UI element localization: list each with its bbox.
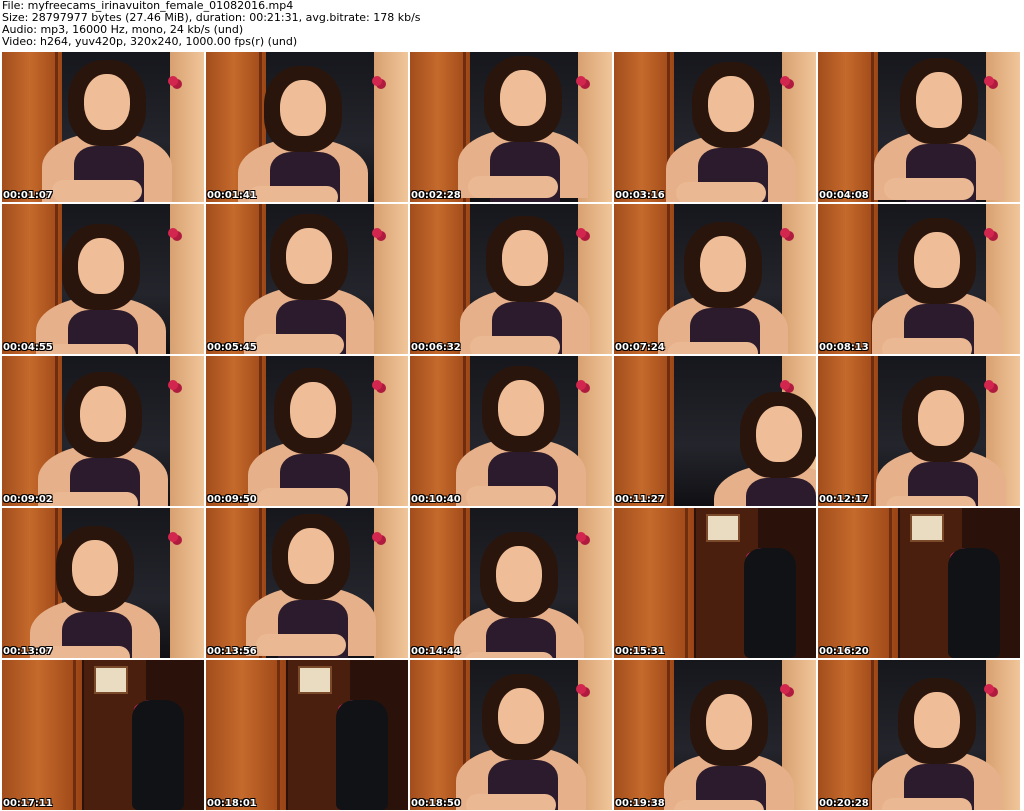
thumbnail-frame: 00:06:32 [410,204,612,354]
frame-timestamp: 00:20:28 [819,798,869,809]
frame-timestamp: 00:19:38 [615,798,665,809]
frame-image [2,356,204,506]
frame-timestamp: 00:16:20 [819,646,869,657]
frame-timestamp: 00:09:02 [3,494,53,505]
frame-image [2,508,204,658]
thumbnail-frame: 00:09:50 [206,356,408,506]
thumbnail-frame: 00:13:56 [206,508,408,658]
frame-timestamp: 00:10:40 [411,494,461,505]
frame-timestamp: 00:04:55 [3,342,53,353]
thumbnail-frame: 00:14:44 [410,508,612,658]
frame-image [818,52,1020,202]
frame-timestamp: 00:07:24 [615,342,665,353]
frame-timestamp: 00:13:07 [3,646,53,657]
thumbnail-frame: 00:13:07 [2,508,204,658]
frame-image [206,204,408,354]
frame-timestamp: 00:18:50 [411,798,461,809]
thumbnail-frame: 00:05:45 [206,204,408,354]
frame-image [206,356,408,506]
frame-timestamp: 00:01:07 [3,190,53,201]
thumbnail-frame: 00:19:38 [614,660,816,810]
frame-image [410,52,612,202]
frame-timestamp: 00:01:41 [207,190,257,201]
frame-timestamp: 00:04:08 [819,190,869,201]
frame-timestamp: 00:08:13 [819,342,869,353]
thumbnail-frame: 00:04:08 [818,52,1020,202]
frame-image [818,204,1020,354]
thumbnail-grid: 00:01:07 00:01:41 00:02:28 00:03:16 00:04:08… [2,52,1022,811]
frame-image [410,356,612,506]
thumbnail-frame: 00:18:01 [206,660,408,810]
frame-timestamp: 00:06:32 [411,342,461,353]
frame-image [2,52,204,202]
thumbnail-frame: 00:01:07 [2,52,204,202]
frame-timestamp: 00:14:44 [411,646,461,657]
frame-image [614,356,816,506]
thumbnail-frame: 00:11:27 [614,356,816,506]
thumbnail-frame: 00:09:02 [2,356,204,506]
frame-timestamp: 00:17:11 [3,798,53,809]
frame-image [614,660,816,810]
thumbnail-frame: 00:01:41 [206,52,408,202]
thumbnail-frame: 00:04:55 [2,204,204,354]
frame-image [614,508,816,658]
thumbnail-frame: 00:03:16 [614,52,816,202]
frame-image [410,204,612,354]
frame-image [818,660,1020,810]
frame-timestamp: 00:18:01 [207,798,257,809]
frame-timestamp: 00:09:50 [207,494,257,505]
thumbnail-frame: 00:02:28 [410,52,612,202]
frame-timestamp: 00:05:45 [207,342,257,353]
thumbnail-frame: 00:16:20 [818,508,1020,658]
frame-image [206,660,408,810]
thumbnail-frame: 00:18:50 [410,660,612,810]
frame-timestamp: 00:11:27 [615,494,665,505]
frame-image [206,52,408,202]
frame-image [818,356,1020,506]
thumbnail-frame: 00:20:28 [818,660,1020,810]
frame-timestamp: 00:13:56 [207,646,257,657]
thumbnail-frame: 00:07:24 [614,204,816,354]
frame-image [206,508,408,658]
frame-timestamp: 00:02:28 [411,190,461,201]
thumbnail-frame: 00:10:40 [410,356,612,506]
thumbnail-frame: 00:17:11 [2,660,204,810]
frame-timestamp: 00:12:17 [819,494,869,505]
frame-image [410,660,612,810]
thumbnail-frame: 00:15:31 [614,508,816,658]
frame-timestamp: 00:03:16 [615,190,665,201]
thumbnail-frame: 00:08:13 [818,204,1020,354]
frame-image [614,204,816,354]
frame-image [614,52,816,202]
file-info-header: File: myfreecams_irinavuiton_female_0108… [0,0,1024,50]
frame-image [818,508,1020,658]
video-info-line: Video: h264, yuv420p, 320x240, 1000.00 f… [2,35,298,48]
thumbnail-frame: 00:12:17 [818,356,1020,506]
frame-image [2,660,204,810]
frame-timestamp: 00:15:31 [615,646,665,657]
frame-image [410,508,612,658]
frame-image [2,204,204,354]
